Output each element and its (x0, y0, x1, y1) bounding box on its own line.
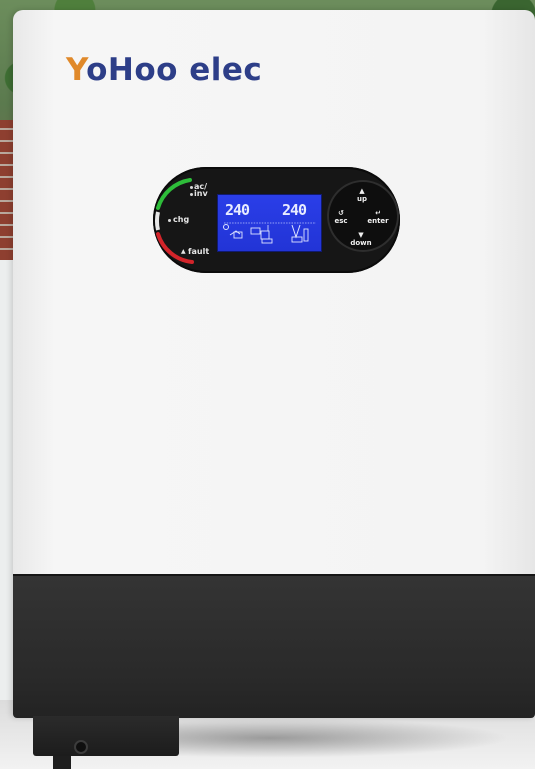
up-button[interactable]: ▲ up (354, 187, 370, 204)
esc-return-icon: ↺ (338, 209, 344, 217)
up-arrow-icon: ▲ (359, 187, 365, 195)
inverter-cabinet (13, 10, 535, 718)
down-button[interactable]: ▼ down (350, 231, 372, 248)
inv-led-dot (190, 193, 193, 196)
indicator-inv-label: inv (194, 189, 208, 198)
terminal-box (33, 716, 179, 756)
enter-button-label: enter (367, 217, 389, 225)
lcd-display: 240 240 (217, 194, 322, 252)
brand-logo-mark: Y (66, 52, 87, 88)
warning-triangle-icon: ▲ (181, 248, 186, 255)
esc-button[interactable]: ↺ esc (332, 209, 350, 226)
cable (53, 756, 71, 769)
indicator-fault-label: fault (188, 247, 210, 256)
brand-logo: YoHoo elec (66, 52, 262, 92)
inverter-front-cover (13, 10, 535, 574)
enter-arrow-icon: ↵ (375, 209, 381, 217)
lcd-input-reading: 240 (225, 201, 250, 219)
esc-button-label: esc (334, 217, 348, 225)
base-seam (13, 574, 535, 576)
chg-led-dot (168, 219, 171, 222)
inverter-base (13, 574, 535, 718)
terminal-port (74, 740, 88, 754)
enter-button[interactable]: ↵ enter (366, 209, 390, 226)
lcd-output-reading: 240 (282, 201, 307, 219)
down-button-label: down (350, 239, 372, 247)
indicator-chg-label: chg (173, 215, 190, 224)
ac-led-dot (190, 186, 193, 189)
up-button-label: up (357, 195, 367, 203)
brand-logo-text: oHoo elec (86, 52, 263, 88)
down-arrow-icon: ▼ (358, 231, 364, 239)
